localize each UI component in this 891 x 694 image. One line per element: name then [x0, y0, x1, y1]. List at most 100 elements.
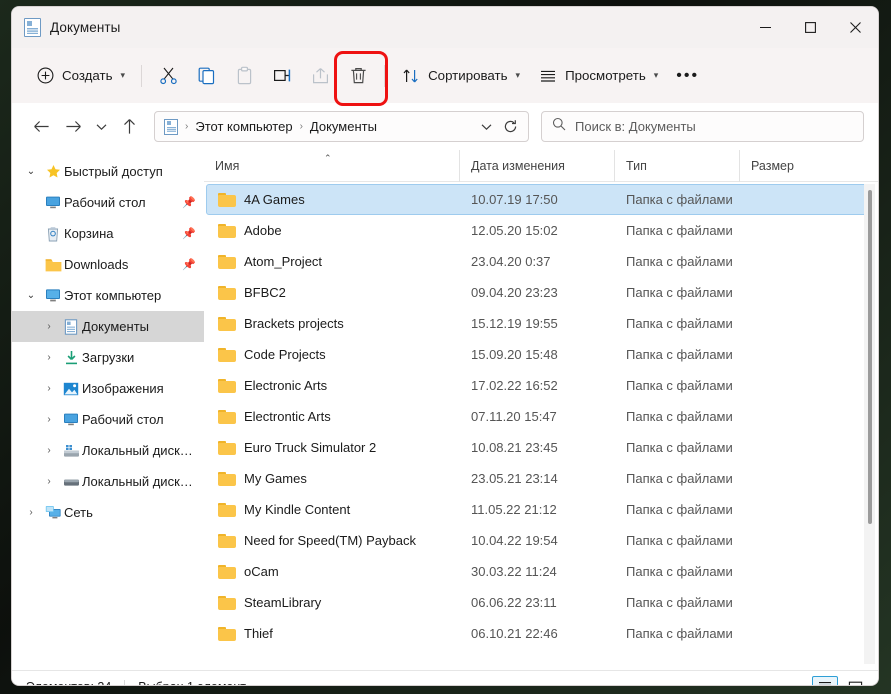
- breadcrumb-item-documents[interactable]: Документы: [310, 119, 377, 134]
- chevron-right-icon[interactable]: ›: [38, 321, 60, 332]
- file-name-label: Euro Truck Simulator 2: [244, 440, 377, 455]
- file-name-label: My Games: [244, 471, 307, 486]
- breadcrumb-item-this-pc[interactable]: Этот компьютер: [195, 119, 292, 134]
- details-view-button[interactable]: [812, 676, 838, 685]
- chevron-right-icon[interactable]: ›: [38, 383, 60, 394]
- pin-icon[interactable]: 📌: [182, 196, 196, 209]
- sidebar-item-desktop-quick[interactable]: Рабочий стол 📌: [12, 187, 204, 218]
- table-row[interactable]: SteamLibrary 06.06.22 23:11 Папка с файлам…: [206, 587, 875, 618]
- close-button[interactable]: [833, 7, 878, 48]
- file-name-label: BFBC2: [244, 285, 286, 300]
- cell-date: 10.04.22 19:54: [471, 533, 558, 548]
- folder-icon: [218, 254, 236, 269]
- rename-button[interactable]: [263, 59, 301, 93]
- sidebar-item-documents[interactable]: › Документы: [12, 311, 204, 342]
- sidebar-item-this-pc[interactable]: ⌄ Этот компьютер: [12, 280, 204, 311]
- command-toolbar: Создать ▾ Сортировать ▾ Просмотреть ▾ ••…: [12, 48, 878, 106]
- forward-button[interactable]: [58, 112, 88, 142]
- column-header-type[interactable]: Тип: [614, 150, 739, 182]
- cell-name: My Games: [207, 471, 460, 486]
- desktop-icon: [42, 195, 64, 210]
- chevron-right-icon[interactable]: ›: [38, 476, 60, 487]
- file-name-label: Code Projects: [244, 347, 326, 362]
- sidebar-item-recycle-bin[interactable]: Корзина 📌: [12, 218, 204, 249]
- sidebar-item-local-disk-d[interactable]: › Локальный диск (D:): [12, 466, 204, 497]
- table-row[interactable]: Need for Speed(TM) Payback 10.04.22 19:54…: [206, 525, 875, 556]
- chevron-right-icon[interactable]: ›: [20, 507, 42, 518]
- title-bar: Документы: [12, 7, 878, 48]
- new-button[interactable]: Создать ▾: [26, 59, 134, 93]
- sidebar-item-quick-access[interactable]: ⌄ Быстрый доступ: [12, 156, 204, 187]
- sidebar-item-downloads-quick[interactable]: Downloads 📌: [12, 249, 204, 280]
- table-row[interactable]: Euro Truck Simulator 2 10.08.21 23:45 Папк…: [206, 432, 875, 463]
- delete-button[interactable]: [334, 50, 389, 106]
- table-row[interactable]: Electrontic Arts 07.11.20 15:47 Папка с фа…: [206, 401, 875, 432]
- item-count-label: Элементов: 24: [26, 680, 111, 685]
- folder-icon: [42, 258, 64, 272]
- desktop-icon: [60, 412, 82, 427]
- copy-button[interactable]: [187, 59, 225, 93]
- table-row[interactable]: Brackets projects 15.12.19 19:55 Папка с ф…: [206, 308, 875, 339]
- table-row[interactable]: Code Projects 15.09.20 15:48 Папка с файла…: [206, 339, 875, 370]
- cut-button[interactable]: [149, 59, 187, 93]
- share-button[interactable]: [301, 59, 339, 93]
- column-header-size-label: Размер: [751, 158, 794, 173]
- table-row[interactable]: Thief 06.10.21 22:46 Папка с файлами: [206, 618, 875, 649]
- minimize-button[interactable]: [743, 7, 788, 48]
- sidebar-label: Рабочий стол: [64, 195, 146, 210]
- chevron-right-icon[interactable]: ›: [38, 445, 60, 456]
- back-button[interactable]: [26, 112, 56, 142]
- sidebar-label: Документы: [82, 319, 150, 334]
- large-icons-view-button[interactable]: [842, 676, 868, 685]
- breadcrumb[interactable]: › Этот компьютер › Документы: [154, 111, 529, 142]
- cell-type: Папка с файлами: [626, 285, 733, 300]
- folder-icon: [218, 409, 236, 424]
- chevron-down-icon: ▾: [120, 70, 126, 80]
- pin-icon[interactable]: 📌: [182, 227, 196, 240]
- column-header-size[interactable]: Размер: [739, 150, 834, 182]
- refresh-button[interactable]: [498, 114, 522, 140]
- table-row[interactable]: 4A Games 10.07.19 17:50 Папка с файлами: [206, 184, 875, 215]
- folder-icon: [218, 192, 236, 207]
- sidebar-item-pictures[interactable]: › Изображения: [12, 373, 204, 404]
- sort-button[interactable]: Сортировать ▾: [392, 59, 529, 93]
- cell-date: 15.09.20 15:48: [471, 347, 558, 362]
- file-name-label: 4A Games: [244, 192, 305, 207]
- chevron-down-icon[interactable]: ⌄: [20, 290, 42, 301]
- recent-locations-button[interactable]: [90, 112, 112, 142]
- plus-circle-icon: [35, 66, 55, 86]
- chevron-down-icon[interactable]: ⌄: [20, 166, 42, 177]
- paste-button[interactable]: [225, 59, 263, 93]
- folder-icon: [218, 347, 236, 362]
- chevron-right-icon[interactable]: ›: [38, 414, 60, 425]
- folder-icon: [218, 564, 236, 579]
- file-name-label: Brackets projects: [244, 316, 344, 331]
- table-row[interactable]: Adobe 12.05.20 15:02 Папка с файлами: [206, 215, 875, 246]
- vertical-scrollbar[interactable]: [864, 184, 875, 664]
- table-row[interactable]: Atom_Project 23.04.20 0:37 Папка с файлами: [206, 246, 875, 277]
- search-input[interactable]: Поиск в: Документы: [541, 111, 864, 142]
- table-row[interactable]: My Games 23.05.21 23:14 Папка с файлами: [206, 463, 875, 494]
- table-row[interactable]: Electronic Arts 17.02.22 16:52 Папка с фай…: [206, 370, 875, 401]
- status-bar: Элементов: 24 Выбран 1 элемент: [12, 670, 878, 685]
- pin-icon[interactable]: 📌: [182, 258, 196, 271]
- more-options-button[interactable]: •••: [667, 59, 708, 93]
- breadcrumb-dropdown-button[interactable]: [474, 114, 498, 140]
- scrollbar-thumb[interactable]: [868, 190, 872, 524]
- column-header-date[interactable]: Дата изменения: [459, 150, 614, 182]
- maximize-button[interactable]: [788, 7, 833, 48]
- chevron-right-icon[interactable]: ›: [38, 352, 60, 363]
- sidebar-item-desktop[interactable]: › Рабочий стол: [12, 404, 204, 435]
- sidebar-item-local-disk-c[interactable]: › Локальный диск (C:): [12, 435, 204, 466]
- table-row[interactable]: oCam 30.03.22 11:24 Папка с файлами: [206, 556, 875, 587]
- column-header-name[interactable]: Имя ⌃: [204, 150, 459, 182]
- column-headers: Имя ⌃ Дата изменения Тип Размер: [204, 150, 878, 182]
- view-button[interactable]: Просмотреть ▾: [529, 59, 667, 93]
- up-button[interactable]: [114, 112, 144, 142]
- sidebar-item-network[interactable]: › Сеть: [12, 497, 204, 528]
- table-row[interactable]: My Kindle Content 11.05.22 21:12 Папка с ф…: [206, 494, 875, 525]
- table-row[interactable]: BFBC2 09.04.20 23:23 Папка с файлами: [206, 277, 875, 308]
- cell-name: Code Projects: [207, 347, 460, 362]
- folder-icon: [218, 626, 236, 641]
- sidebar-item-downloads[interactable]: › Загрузки: [12, 342, 204, 373]
